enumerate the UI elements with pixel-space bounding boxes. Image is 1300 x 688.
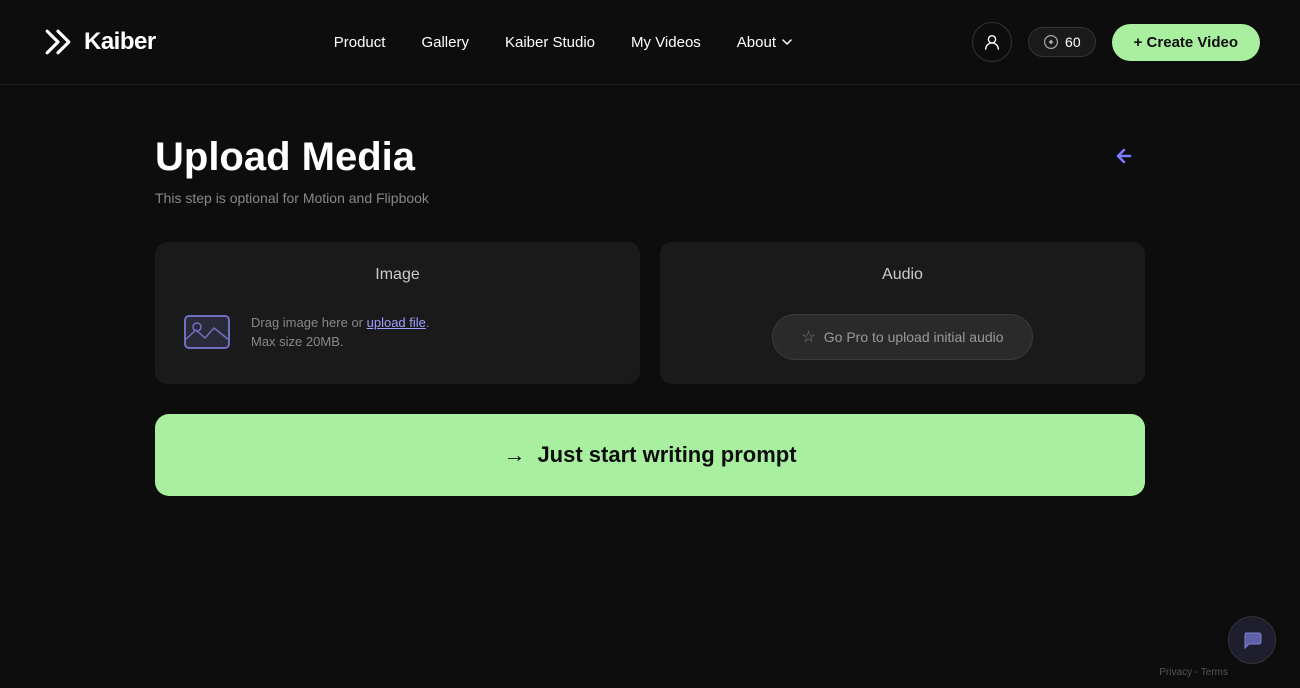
navbar: Kaiber Product Gallery Kaiber Studio My … (0, 0, 1300, 85)
logo-text: Kaiber (84, 28, 156, 56)
upload-cards: Image Drag image here or upload file. Ma… (155, 242, 1145, 384)
image-upload-card[interactable]: Image Drag image here or upload file. Ma… (155, 242, 640, 384)
main-content: Upload Media This step is optional for M… (0, 85, 1300, 496)
audio-upload-card: Audio ☆ Go Pro to upload initial audio (660, 242, 1145, 384)
write-prompt-arrow: → (503, 442, 525, 468)
privacy-terms[interactable]: Privacy - Terms (1159, 667, 1228, 678)
credits-icon (1043, 34, 1059, 50)
logo-icon (40, 24, 76, 60)
page-subtitle: This step is optional for Motion and Fli… (155, 190, 1145, 206)
go-pro-button[interactable]: ☆ Go Pro to upload initial audio (772, 314, 1032, 360)
image-drag-text: Drag image here or upload file. Max size… (251, 313, 430, 352)
back-button[interactable] (1103, 135, 1145, 177)
user-icon (983, 33, 1001, 51)
image-placeholder-icon (179, 304, 235, 360)
image-icon (181, 306, 233, 358)
image-card-title: Image (179, 266, 616, 284)
image-card-content: Drag image here or upload file. Max size… (179, 304, 616, 360)
credits-count: 60 (1065, 34, 1081, 50)
nav-link-kaiber-studio[interactable]: Kaiber Studio (505, 34, 595, 51)
create-video-button[interactable]: + Create Video (1112, 24, 1260, 61)
nav-links: Product Gallery Kaiber Studio My Videos … (334, 34, 794, 51)
chat-icon (1241, 629, 1263, 651)
chevron-down-icon (780, 35, 794, 49)
star-icon: ☆ (801, 327, 815, 347)
profile-button[interactable] (972, 22, 1012, 62)
upload-file-link[interactable]: upload file (367, 315, 426, 330)
credits-badge[interactable]: 60 (1028, 27, 1096, 57)
page-title: Upload Media (155, 135, 1145, 180)
chat-widget[interactable] (1228, 616, 1276, 664)
back-arrow-icon (1108, 140, 1140, 172)
nav-actions: 60 + Create Video (972, 22, 1260, 62)
nav-link-product[interactable]: Product (334, 34, 386, 51)
logo[interactable]: Kaiber (40, 24, 156, 60)
write-prompt-label: Just start writing prompt (537, 442, 796, 468)
audio-card-title: Audio (882, 266, 923, 284)
write-prompt-button[interactable]: → Just start writing prompt (155, 414, 1145, 496)
nav-link-my-videos[interactable]: My Videos (631, 34, 701, 51)
nav-link-gallery[interactable]: Gallery (421, 34, 469, 51)
nav-link-about[interactable]: About (737, 34, 794, 51)
